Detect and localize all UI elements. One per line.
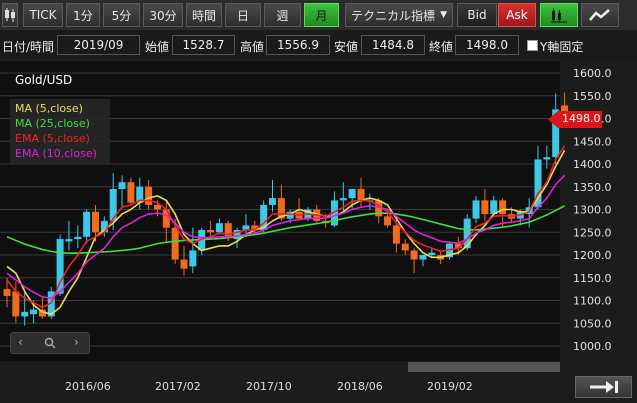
- ohlc-info-bar: 日付/時間 2019/09 始値 1528.7 高値 1556.9 安値 148…: [0, 31, 637, 59]
- low-value: 1484.8: [361, 35, 425, 55]
- last-price-label: 1498.0: [562, 112, 601, 125]
- x-tick-2: 2017/10: [246, 380, 292, 393]
- x-tick-1: 2017/02: [155, 380, 201, 393]
- close-value: 1498.0: [455, 35, 519, 55]
- period-5min-button[interactable]: 5分: [103, 3, 140, 27]
- x-tick-4: 2019/02: [427, 380, 473, 393]
- period-tick-button[interactable]: TICK: [23, 3, 63, 27]
- technical-indicator-label: テクニカル指標: [351, 8, 436, 23]
- period-hour-button[interactable]: 時間: [186, 3, 222, 27]
- jump-to-end-icon: [590, 381, 618, 393]
- toolbar: TICK 1分 5分 30分 時間 日 週 月 テクニカル指標 ▼ Bid As…: [0, 0, 637, 30]
- candlestick-icon: [5, 8, 15, 22]
- legend-ma25: MA (25,close): [15, 117, 90, 130]
- open-label: 始値: [145, 40, 170, 54]
- technical-indicator-dropdown[interactable]: テクニカル指標 ▼: [345, 3, 453, 27]
- chart-scroll-thumb[interactable]: [408, 362, 560, 372]
- candlestick-chart-button[interactable]: [540, 3, 578, 27]
- candle-settings-button[interactable]: [2, 3, 18, 27]
- legend-ma5: MA (5,close): [15, 102, 83, 115]
- period-1min-button[interactable]: 1分: [66, 3, 100, 27]
- scroll-right-icon[interactable]: ›: [74, 335, 79, 349]
- symbol-label: Gold/USD: [15, 73, 73, 87]
- price-axis: [560, 61, 637, 361]
- y-axis-fixed-label: Y軸固定: [540, 40, 584, 54]
- ask-button[interactable]: Ask: [498, 3, 536, 27]
- line-chart-icon: [589, 9, 610, 21]
- jump-to-latest-button[interactable]: [575, 376, 632, 398]
- legend-ema5: EMA (5,close): [15, 132, 90, 145]
- period-week-button[interactable]: 週: [264, 3, 301, 27]
- bid-button[interactable]: Bid: [457, 3, 497, 27]
- dropdown-arrow-icon: ▼: [440, 10, 447, 20]
- y-axis-fixed-checkbox[interactable]: [527, 40, 538, 51]
- high-label: 高値: [240, 40, 265, 54]
- period-month-button[interactable]: 月: [304, 3, 339, 27]
- close-label: 終値: [429, 40, 454, 54]
- x-tick-3: 2018/06: [337, 380, 383, 393]
- high-value: 1556.9: [266, 35, 330, 55]
- line-chart-button[interactable]: [581, 3, 619, 27]
- indicator-legend: MA (5,close) MA (25,close) EMA (5,close)…: [10, 99, 110, 163]
- low-label: 安値: [334, 40, 359, 54]
- scroll-left-icon[interactable]: ‹: [18, 335, 23, 349]
- candlestick-chart-icon: [551, 8, 567, 23]
- open-value: 1528.7: [172, 35, 235, 55]
- x-tick-0: 2016/06: [65, 380, 111, 393]
- zoom-icon[interactable]: [44, 335, 56, 352]
- date-label: 日付/時間: [2, 40, 55, 54]
- period-30min-button[interactable]: 30分: [143, 3, 183, 27]
- legend-ema10: EMA (10,close): [15, 147, 97, 160]
- period-day-button[interactable]: 日: [225, 3, 261, 27]
- date-value: 2019/09: [57, 35, 140, 55]
- chart-navigator: ‹ ›: [10, 332, 90, 354]
